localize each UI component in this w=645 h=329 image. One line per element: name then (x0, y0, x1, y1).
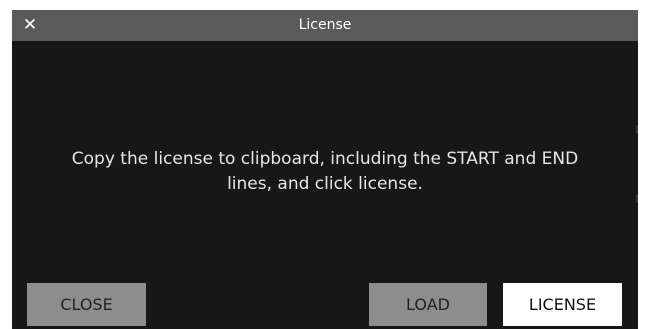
message-line-1: Copy the license to clipboard, including… (71, 149, 579, 169)
license-dialog: License ✕ Copy the license to clipboard,… (12, 10, 638, 329)
license-instructions: Copy the license to clipboard, including… (22, 147, 628, 197)
dialog-titlebar: License ✕ (12, 10, 638, 41)
close-icon[interactable]: ✕ (20, 15, 40, 35)
message-line-2: lines, and click license. (227, 174, 423, 194)
load-button[interactable]: LOAD (369, 283, 487, 326)
dialog-edge-mark (636, 125, 638, 133)
license-button[interactable]: LICENSE (503, 283, 622, 326)
dialog-title: License (298, 17, 352, 33)
top-strip (0, 0, 645, 10)
close-button[interactable]: CLOSE (27, 283, 146, 326)
dialog-edge-mark (636, 195, 638, 203)
